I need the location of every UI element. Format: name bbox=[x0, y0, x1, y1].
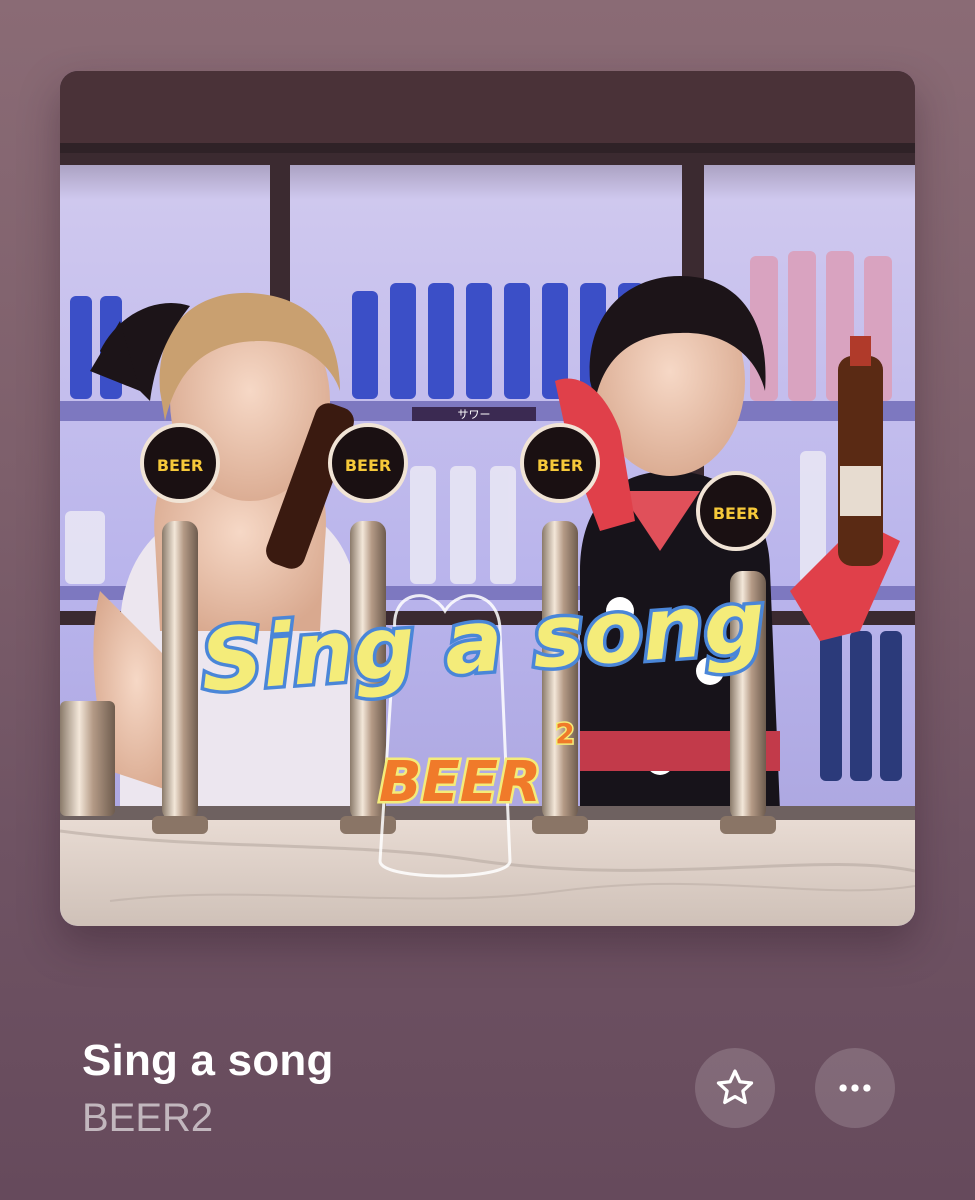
svg-text:BEER: BEER bbox=[537, 456, 583, 475]
svg-text:サワー: サワー bbox=[458, 408, 491, 421]
star-outline-icon bbox=[716, 1069, 754, 1105]
song-title: Sing a song bbox=[82, 1036, 334, 1085]
svg-text:2: 2 bbox=[555, 717, 574, 750]
album-artwork-image: サワー BEER BEER BEER BEER Sing a song BEER… bbox=[60, 71, 915, 926]
svg-text:BEER: BEER bbox=[379, 750, 541, 815]
svg-text:BEER: BEER bbox=[157, 456, 203, 475]
svg-text:BEER: BEER bbox=[713, 504, 759, 523]
album-artwork[interactable]: サワー BEER BEER BEER BEER Sing a song BEER… bbox=[60, 71, 915, 926]
ellipsis-icon bbox=[839, 1084, 871, 1092]
svg-text:BEER: BEER bbox=[345, 456, 391, 475]
favorite-button[interactable] bbox=[695, 1048, 775, 1128]
more-options-button[interactable] bbox=[815, 1048, 895, 1128]
artist-name[interactable]: BEER2 bbox=[82, 1096, 213, 1141]
